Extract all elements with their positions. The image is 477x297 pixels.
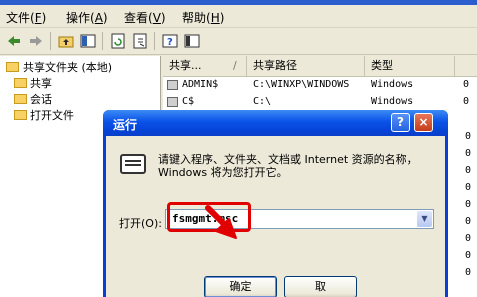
mmc-window: 文件(F) 操作(A) 查看(V) 帮助(H) ? 共享文件夹 (本地) 共享 … bbox=[0, 0, 477, 297]
annotation-arrow bbox=[205, 205, 237, 239]
